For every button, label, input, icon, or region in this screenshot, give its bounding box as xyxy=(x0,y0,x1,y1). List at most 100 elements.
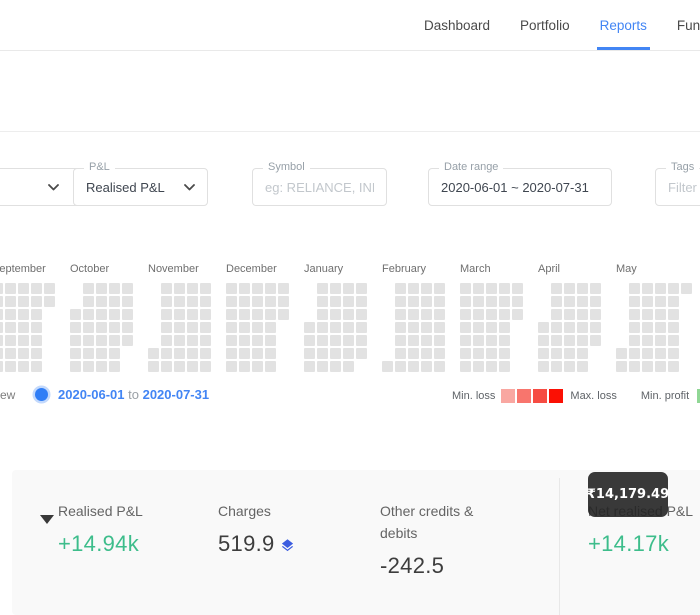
day-cell[interactable] xyxy=(239,296,250,307)
day-cell[interactable] xyxy=(577,296,588,307)
day-cell[interactable] xyxy=(590,309,601,320)
day-cell[interactable] xyxy=(5,348,16,359)
day-cell[interactable] xyxy=(473,348,484,359)
day-cell[interactable] xyxy=(226,322,237,333)
day-cell[interactable] xyxy=(44,296,55,307)
day-cell[interactable] xyxy=(31,283,42,294)
day-cell[interactable] xyxy=(174,309,185,320)
day-cell[interactable] xyxy=(161,283,172,294)
day-cell[interactable] xyxy=(0,296,3,307)
day-cell[interactable] xyxy=(356,296,367,307)
day-cell[interactable] xyxy=(109,309,120,320)
day-cell[interactable] xyxy=(395,335,406,346)
day-cell[interactable] xyxy=(96,309,107,320)
day-cell[interactable] xyxy=(226,361,237,372)
day-cell[interactable] xyxy=(278,309,289,320)
day-cell[interactable] xyxy=(330,322,341,333)
symbol-input[interactable] xyxy=(265,180,374,195)
day-cell[interactable] xyxy=(5,296,16,307)
day-cell[interactable] xyxy=(161,322,172,333)
day-cell[interactable] xyxy=(655,335,666,346)
day-cell[interactable] xyxy=(5,335,16,346)
day-cell[interactable] xyxy=(330,309,341,320)
day-cell[interactable] xyxy=(460,348,471,359)
day-cell[interactable] xyxy=(187,296,198,307)
day-cell[interactable] xyxy=(629,348,640,359)
day-cell[interactable] xyxy=(265,335,276,346)
day-cell[interactable] xyxy=(629,335,640,346)
day-cell[interactable] xyxy=(551,322,562,333)
day-cell[interactable] xyxy=(577,283,588,294)
day-cell[interactable] xyxy=(200,335,211,346)
day-cell[interactable] xyxy=(434,296,445,307)
day-cell[interactable] xyxy=(395,309,406,320)
day-cell[interactable] xyxy=(538,335,549,346)
day-cell[interactable] xyxy=(421,309,432,320)
day-cell[interactable] xyxy=(551,283,562,294)
day-cell[interactable] xyxy=(161,296,172,307)
day-cell[interactable] xyxy=(226,348,237,359)
day-cell[interactable] xyxy=(551,296,562,307)
day-cell[interactable] xyxy=(5,309,16,320)
day-cell[interactable] xyxy=(460,309,471,320)
day-cell[interactable] xyxy=(5,361,16,372)
day-cell[interactable] xyxy=(122,335,133,346)
day-cell[interactable] xyxy=(629,322,640,333)
day-cell[interactable] xyxy=(330,361,341,372)
day-cell[interactable] xyxy=(317,322,328,333)
day-cell[interactable] xyxy=(564,361,575,372)
day-cell[interactable] xyxy=(96,348,107,359)
day-cell[interactable] xyxy=(31,322,42,333)
day-cell[interactable] xyxy=(0,361,3,372)
day-cell[interactable] xyxy=(434,322,445,333)
day-cell[interactable] xyxy=(31,309,42,320)
day-cell[interactable] xyxy=(239,309,250,320)
day-cell[interactable] xyxy=(642,322,653,333)
day-cell[interactable] xyxy=(434,348,445,359)
day-cell[interactable] xyxy=(460,296,471,307)
day-cell[interactable] xyxy=(83,283,94,294)
nav-item-funds[interactable]: Funds xyxy=(677,0,700,50)
day-cell[interactable] xyxy=(460,322,471,333)
day-cell[interactable] xyxy=(122,322,133,333)
nav-item-dashboard[interactable]: Dashboard xyxy=(424,0,490,50)
day-cell[interactable] xyxy=(18,348,29,359)
day-cell[interactable] xyxy=(629,283,640,294)
day-cell[interactable] xyxy=(200,361,211,372)
day-cell[interactable] xyxy=(408,309,419,320)
day-cell[interactable] xyxy=(200,296,211,307)
day-cell[interactable] xyxy=(343,309,354,320)
day-cell[interactable] xyxy=(551,361,562,372)
day-cell[interactable] xyxy=(18,296,29,307)
day-cell[interactable] xyxy=(668,309,679,320)
day-cell[interactable] xyxy=(31,335,42,346)
day-cell[interactable] xyxy=(655,322,666,333)
day-cell[interactable] xyxy=(473,335,484,346)
day-cell[interactable] xyxy=(408,283,419,294)
day-cell[interactable] xyxy=(239,322,250,333)
date-range-radio-label[interactable]: 2020-06-01 to 2020-07-31 xyxy=(58,387,209,402)
day-cell[interactable] xyxy=(109,322,120,333)
day-cell[interactable] xyxy=(317,283,328,294)
day-cell[interactable] xyxy=(564,309,575,320)
day-cell[interactable] xyxy=(265,309,276,320)
day-cell[interactable] xyxy=(551,348,562,359)
day-cell[interactable] xyxy=(577,309,588,320)
day-cell[interactable] xyxy=(226,283,237,294)
day-cell[interactable] xyxy=(473,283,484,294)
day-cell[interactable] xyxy=(174,296,185,307)
day-cell[interactable] xyxy=(629,361,640,372)
day-cell[interactable] xyxy=(642,309,653,320)
day-cell[interactable] xyxy=(499,335,510,346)
day-cell[interactable] xyxy=(538,322,549,333)
day-cell[interactable] xyxy=(668,335,679,346)
day-cell[interactable] xyxy=(70,361,81,372)
nav-item-reports[interactable]: Reports xyxy=(600,0,647,50)
day-cell[interactable] xyxy=(681,283,692,294)
day-cell[interactable] xyxy=(499,348,510,359)
day-cell[interactable] xyxy=(655,296,666,307)
day-cell[interactable] xyxy=(265,283,276,294)
day-cell[interactable] xyxy=(668,322,679,333)
day-cell[interactable] xyxy=(304,335,315,346)
day-cell[interactable] xyxy=(226,296,237,307)
